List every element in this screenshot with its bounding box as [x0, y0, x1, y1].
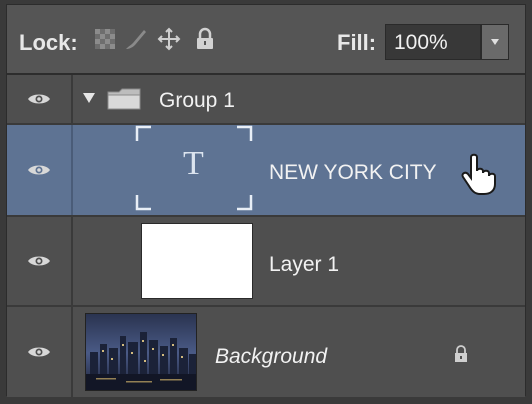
lock-transparent-pixels-icon[interactable] [91, 25, 119, 53]
text-layer-glyph: T [183, 145, 204, 182]
hand-cursor-icon [461, 153, 496, 195]
layer-row-background[interactable]: Background [7, 307, 525, 397]
lock-image-pixels-icon[interactable] [122, 25, 150, 53]
fill-label: Fill: [337, 30, 377, 55]
lock-label: Lock: [19, 30, 78, 55]
eye-icon [28, 347, 50, 357]
lock-icon[interactable] [453, 345, 469, 363]
layer-row-layer-1[interactable]: Layer 1 [7, 217, 525, 307]
layer-name: NEW YORK CITY [269, 161, 437, 184]
layer-1-thumbnail [141, 223, 253, 299]
visibility-toggle-new-york-city[interactable] [7, 125, 73, 215]
eye-icon [28, 94, 50, 104]
fill-dropdown-button[interactable] [481, 24, 509, 60]
visibility-toggle-group-1[interactable] [7, 75, 73, 123]
chevron-down-icon [491, 39, 499, 45]
expand-triangle-icon[interactable] [83, 93, 95, 103]
visibility-toggle-background[interactable] [7, 307, 73, 397]
layer-name: Group 1 [159, 89, 235, 112]
fill-input[interactable]: 100% [385, 24, 481, 60]
layer-name: Background [215, 345, 328, 368]
eye-icon [28, 165, 50, 175]
layers-panel: Lock: Fill: 100% Group 1 T NEW YORK CITY… [6, 4, 526, 397]
city-skyline-thumbnail [85, 313, 197, 391]
folder-icon [107, 88, 141, 110]
layer-row-group-1[interactable]: Group 1 [7, 75, 525, 125]
visibility-toggle-layer-1[interactable] [7, 217, 73, 305]
fill-value: 100% [394, 31, 448, 54]
layer-row-new-york-city[interactable]: T NEW YORK CITY [7, 125, 525, 217]
eye-icon [28, 256, 50, 266]
lock-all-icon[interactable] [191, 25, 219, 53]
lock-fill-bar: Lock: Fill: 100% [7, 5, 525, 75]
layer-name: Layer 1 [269, 253, 340, 276]
text-layer-thumbnail: T [135, 125, 253, 211]
lock-position-icon[interactable] [155, 25, 183, 53]
